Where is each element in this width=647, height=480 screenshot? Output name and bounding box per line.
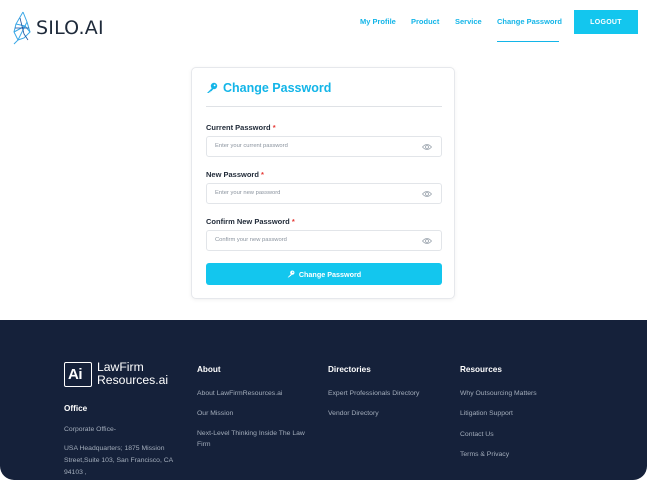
current-password-input[interactable]: Enter your current password — [206, 136, 442, 157]
confirm-password-label-text: Confirm New Password — [206, 217, 290, 226]
eye-icon[interactable] — [422, 143, 432, 151]
required-mark: * — [291, 217, 295, 226]
footer-link-about[interactable]: About LawFirmResources.ai — [197, 388, 282, 399]
footer-link-litigation[interactable]: Litigation Support — [460, 408, 513, 419]
site-footer: Ai LawFirm Resources.ai Office Corporate… — [0, 320, 647, 480]
page: SILO.AI My Profile Product Service Chang… — [0, 0, 647, 480]
footer-link-terms[interactable]: Terms & Privacy — [460, 449, 509, 460]
current-password-label-text: Current Password — [206, 123, 271, 132]
directories-heading: Directories — [328, 365, 371, 374]
footer-link-expert[interactable]: Expert Professionals Directory — [328, 388, 419, 399]
footer-link-mission[interactable]: Our Mission — [197, 408, 233, 419]
logout-button[interactable]: LOGOUT — [574, 10, 638, 34]
address-line2: Street,Suite 103, San Francisco, CA — [64, 457, 174, 464]
corporate-office: Corporate Office- — [64, 426, 117, 433]
nav-product[interactable]: Product — [411, 17, 439, 26]
footer-link-vendor[interactable]: Vendor Directory — [328, 408, 379, 419]
logo-mark-text: Ai — [68, 366, 83, 383]
eye-icon[interactable] — [422, 190, 432, 198]
card-title: Change Password — [206, 81, 331, 95]
required-mark: * — [272, 123, 276, 132]
footer-link-outsourcing[interactable]: Why Outsourcing Matters — [460, 388, 537, 399]
required-mark: * — [261, 170, 264, 179]
office-heading: Office — [64, 404, 88, 413]
nav-service[interactable]: Service — [455, 17, 482, 26]
confirm-password-label: Confirm New Password * — [206, 217, 295, 226]
address-line3: 94103 , — [64, 469, 87, 476]
title-divider — [206, 106, 442, 107]
lawfirm-logo-icon[interactable]: Ai — [64, 362, 92, 387]
new-password-label-text: New Password — [206, 170, 259, 179]
footer-link-contact[interactable]: Contact Us — [460, 429, 494, 440]
key-icon — [287, 270, 295, 278]
active-nav-underline — [497, 41, 559, 42]
new-password-input[interactable]: Enter your new password — [206, 183, 442, 204]
current-password-placeholder: Enter your current password — [215, 143, 288, 149]
site-header: SILO.AI My Profile Product Service Chang… — [0, 0, 647, 58]
brand-line2: Resources.ai — [97, 373, 169, 387]
site-logo[interactable]: SILO.AI — [12, 10, 104, 46]
silo-logo-icon — [13, 11, 31, 45]
resources-heading: Resources — [460, 365, 502, 374]
key-icon — [207, 82, 218, 93]
change-password-button[interactable]: Change Password — [206, 263, 442, 285]
nav-change-password[interactable]: Change Password — [497, 17, 562, 26]
card-title-text: Change Password — [223, 81, 332, 95]
nav-my-profile[interactable]: My Profile — [360, 17, 396, 26]
address-line1: USA Headquarters; 1875 Mission — [64, 445, 165, 452]
new-password-label: New Password * — [206, 170, 264, 179]
footer-brand[interactable]: LawFirm Resources.ai — [97, 361, 168, 387]
footer-link-next-level-cont[interactable]: Firm — [197, 439, 211, 450]
change-password-card: Change Password Current Password * Enter… — [191, 67, 455, 299]
footer-link-next-level[interactable]: Next-Level Thinking Inside The Law — [197, 428, 305, 439]
confirm-password-placeholder: Confirm your new password — [215, 237, 287, 243]
confirm-password-input[interactable]: Confirm your new password — [206, 230, 442, 251]
change-password-button-label: Change Password — [298, 269, 362, 279]
eye-icon[interactable] — [422, 237, 432, 245]
logo-text: SILO.AI — [36, 17, 104, 39]
new-password-placeholder: Enter your new password — [215, 190, 281, 196]
current-password-label: Current Password * — [206, 123, 276, 132]
about-heading: About — [197, 365, 221, 374]
